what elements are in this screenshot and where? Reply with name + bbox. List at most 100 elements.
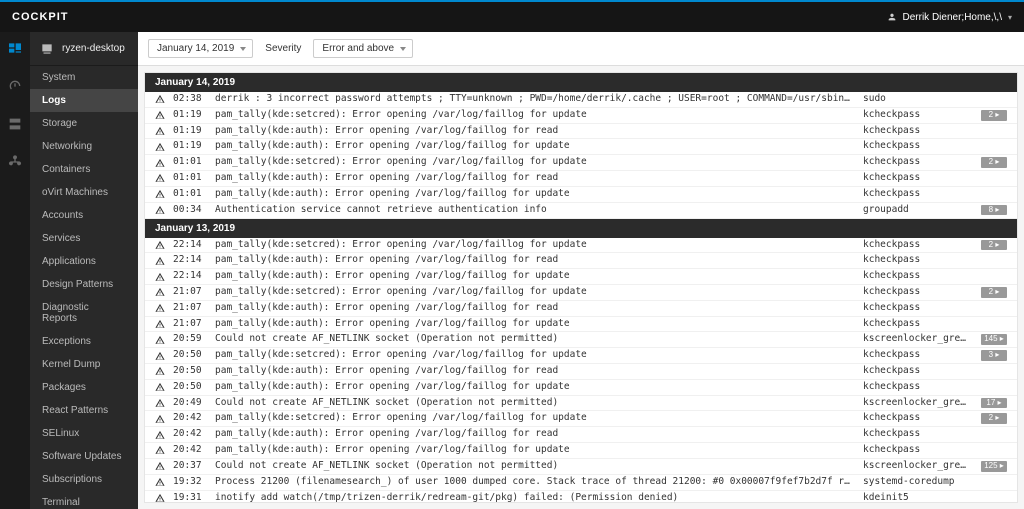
log-row[interactable]: 01:01pam_tally(kde:auth): Error opening … xyxy=(145,171,1017,187)
count-badge[interactable]: 2 ▸ xyxy=(981,157,1007,168)
log-service: kcheckpass xyxy=(863,125,973,138)
host-selector[interactable]: ryzen-desktop xyxy=(30,32,138,66)
count-badge[interactable]: 145 ▸ xyxy=(981,334,1007,345)
log-time: 22:14 xyxy=(173,239,207,252)
warning-icon xyxy=(155,351,165,361)
sidebar-item-networking[interactable]: Networking xyxy=(30,135,138,158)
sidebar-item-subscriptions[interactable]: Subscriptions xyxy=(30,468,138,491)
warning-icon xyxy=(155,430,165,440)
warning-icon xyxy=(155,189,165,199)
sidebar-item-storage[interactable]: Storage xyxy=(30,112,138,135)
sidebar-item-exceptions[interactable]: Exceptions xyxy=(30,330,138,353)
nav-rail xyxy=(0,32,30,509)
count-badge[interactable]: 125 ▸ xyxy=(981,461,1007,472)
count-badge[interactable]: 2 ▸ xyxy=(981,110,1007,121)
sidebar-item-services[interactable]: Services xyxy=(30,227,138,250)
main-content: January 14, 2019 Severity Error and abov… xyxy=(138,32,1024,509)
log-row[interactable]: 20:49Could not create AF_NETLINK socket … xyxy=(145,396,1017,412)
log-row[interactable]: 20:50pam_tally(kde:setcred): Error openi… xyxy=(145,348,1017,364)
count-badge[interactable]: 3 ▸ xyxy=(981,350,1007,361)
sidebar-item-selinux[interactable]: SELinux xyxy=(30,422,138,445)
sidebar-item-diagnostic-reports[interactable]: Diagnostic Reports xyxy=(30,296,138,330)
server-icon[interactable] xyxy=(7,116,23,132)
sidebar-item-applications[interactable]: Applications xyxy=(30,250,138,273)
warning-icon xyxy=(155,142,165,152)
sidebar-item-react-patterns[interactable]: React Patterns xyxy=(30,399,138,422)
log-time: 20:42 xyxy=(173,412,207,425)
log-service: kcheckpass xyxy=(863,239,973,252)
warning-icon xyxy=(155,303,165,313)
log-row[interactable]: 20:37Could not create AF_NETLINK socket … xyxy=(145,459,1017,475)
sidebar-item-packages[interactable]: Packages xyxy=(30,376,138,399)
sidebar-item-terminal[interactable]: Terminal xyxy=(30,491,138,509)
warning-icon xyxy=(155,287,165,297)
sidebar-item-ovirt-machines[interactable]: oVirt Machines xyxy=(30,181,138,204)
log-row[interactable]: 20:42pam_tally(kde:auth): Error opening … xyxy=(145,427,1017,443)
log-service: kscreenlocker_gre… xyxy=(863,397,973,410)
log-row[interactable]: 01:19pam_tally(kde:auth): Error opening … xyxy=(145,124,1017,140)
log-row[interactable]: 02:38derrik : 3 incorrect password attem… xyxy=(145,92,1017,108)
log-message: Could not create AF_NETLINK socket (Oper… xyxy=(215,460,855,473)
sidebar-item-system[interactable]: System xyxy=(30,66,138,89)
log-service: kcheckpass xyxy=(863,109,973,122)
severity-select[interactable]: Error and above xyxy=(313,39,413,58)
log-time: 20:59 xyxy=(173,333,207,346)
date-select[interactable]: January 14, 2019 xyxy=(148,39,253,58)
log-service: kcheckpass xyxy=(863,349,973,362)
log-pane[interactable]: January 14, 201902:38derrik : 3 incorrec… xyxy=(144,72,1018,503)
log-row[interactable]: 20:50pam_tally(kde:auth): Error opening … xyxy=(145,364,1017,380)
sidebar-item-design-patterns[interactable]: Design Patterns xyxy=(30,273,138,296)
dashboard-icon[interactable] xyxy=(7,40,23,56)
log-row[interactable]: 01:01pam_tally(kde:setcred): Error openi… xyxy=(145,155,1017,171)
count-badge[interactable]: 8 ▸ xyxy=(981,205,1007,216)
severity-label: Severity xyxy=(265,43,301,54)
log-service: kcheckpass xyxy=(863,286,973,299)
count-badge[interactable]: 2 ▸ xyxy=(981,413,1007,424)
log-message: pam_tally(kde:setcred): Error opening /v… xyxy=(215,286,855,299)
gauge-icon[interactable] xyxy=(7,78,23,94)
log-row[interactable]: 22:14pam_tally(kde:auth): Error opening … xyxy=(145,253,1017,269)
log-row[interactable]: 20:42pam_tally(kde:auth): Error opening … xyxy=(145,443,1017,459)
log-row[interactable]: 01:19pam_tally(kde:auth): Error opening … xyxy=(145,139,1017,155)
log-message: pam_tally(kde:auth): Error opening /var/… xyxy=(215,302,855,315)
count-badge[interactable]: 2 ▸ xyxy=(981,287,1007,298)
network-icon[interactable] xyxy=(7,154,23,170)
log-row[interactable]: 21:07pam_tally(kde:auth): Error opening … xyxy=(145,317,1017,333)
log-message: inotify_add_watch(/tmp/trizen-derrik/red… xyxy=(215,492,855,504)
log-row[interactable]: 21:07pam_tally(kde:auth): Error opening … xyxy=(145,301,1017,317)
log-message: pam_tally(kde:setcred): Error opening /v… xyxy=(215,239,855,252)
warning-icon xyxy=(155,477,165,487)
log-row[interactable]: 19:31inotify_add_watch(/tmp/trizen-derri… xyxy=(145,491,1017,504)
count-badge[interactable]: 17 ▸ xyxy=(981,398,1007,409)
log-message: pam_tally(kde:auth): Error opening /var/… xyxy=(215,428,855,441)
brand-title: COCKPIT xyxy=(12,11,69,23)
user-label: Derrik Diener;Home,\,\ xyxy=(903,12,1002,23)
count-badge[interactable]: 2 ▸ xyxy=(981,240,1007,251)
log-row[interactable]: 00:34Authentication service cannot retri… xyxy=(145,203,1017,219)
warning-icon xyxy=(155,493,165,503)
log-service: systemd-coredump xyxy=(863,476,973,489)
sidebar-item-logs[interactable]: Logs xyxy=(30,89,138,112)
warning-icon xyxy=(155,158,165,168)
log-row[interactable]: 19:32Process 21200 (filenamesearch_) of … xyxy=(145,475,1017,491)
log-row[interactable]: 20:50pam_tally(kde:auth): Error opening … xyxy=(145,380,1017,396)
log-row[interactable]: 21:07pam_tally(kde:setcred): Error openi… xyxy=(145,285,1017,301)
user-menu[interactable]: Derrik Diener;Home,\,\ ▾ xyxy=(887,12,1012,23)
log-time: 21:07 xyxy=(173,318,207,331)
log-row[interactable]: 01:19pam_tally(kde:setcred): Error openi… xyxy=(145,108,1017,124)
log-row[interactable]: 20:59Could not create AF_NETLINK socket … xyxy=(145,332,1017,348)
sidebar-item-accounts[interactable]: Accounts xyxy=(30,204,138,227)
log-message: pam_tally(kde:auth): Error opening /var/… xyxy=(215,140,855,153)
log-row[interactable]: 01:01pam_tally(kde:auth): Error opening … xyxy=(145,187,1017,203)
log-row[interactable]: 22:14pam_tally(kde:auth): Error opening … xyxy=(145,269,1017,285)
sidebar-item-software-updates[interactable]: Software Updates xyxy=(30,445,138,468)
sidebar-item-kernel-dump[interactable]: Kernel Dump xyxy=(30,353,138,376)
log-row[interactable]: 20:42pam_tally(kde:setcred): Error openi… xyxy=(145,411,1017,427)
sidebar-item-containers[interactable]: Containers xyxy=(30,158,138,181)
log-time: 01:19 xyxy=(173,109,207,122)
log-service: kcheckpass xyxy=(863,318,973,331)
log-row[interactable]: 22:14 pam_tally(kde:setcred): Error openi… xyxy=(145,238,1017,254)
log-service: kcheckpass xyxy=(863,444,973,457)
warning-icon xyxy=(155,126,165,136)
warning-icon xyxy=(155,398,165,408)
